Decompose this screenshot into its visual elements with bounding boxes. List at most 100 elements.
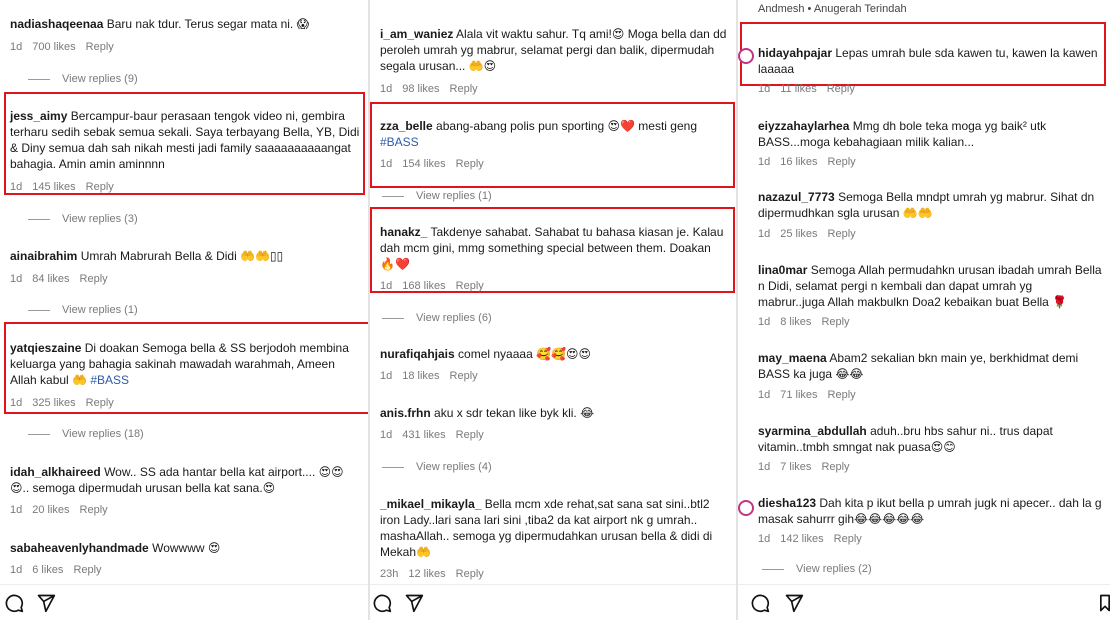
bookmark-icon[interactable]	[1098, 593, 1110, 613]
comment-likes[interactable]: 431 likes	[402, 429, 445, 441]
comment-likes[interactable]: 71 likes	[780, 389, 817, 401]
reply-button[interactable]: Reply	[828, 389, 856, 401]
comment: sabaheavenlyhandmade Wowwww 😍	[10, 540, 360, 556]
reply-button[interactable]: Reply	[456, 158, 484, 170]
reply-button[interactable]: Reply	[821, 316, 849, 328]
reply-button[interactable]: Reply	[456, 429, 484, 441]
comment-icon[interactable]	[750, 593, 770, 613]
comment-meta: 1d 18 likes Reply	[380, 370, 488, 382]
comment-username[interactable]: idah_alkhaireed	[10, 465, 101, 479]
comment-username[interactable]: syarmina_abdullah	[758, 424, 867, 438]
reply-button[interactable]: Reply	[821, 461, 849, 473]
comment-username[interactable]: nadiashaqeenaa	[10, 17, 103, 31]
reply-button[interactable]: Reply	[86, 181, 114, 193]
hashtag-link[interactable]: #BASS	[90, 373, 129, 387]
reply-button[interactable]: Reply	[828, 228, 856, 240]
comment-username[interactable]: sabaheavenlyhandmade	[10, 541, 149, 555]
comment-likes[interactable]: 145 likes	[32, 181, 75, 193]
reply-button[interactable]: Reply	[456, 280, 484, 292]
share-icon[interactable]	[36, 593, 56, 613]
avatar[interactable]	[738, 500, 754, 516]
comment-likes[interactable]: 84 likes	[32, 273, 69, 285]
comment-username[interactable]: nurafiqahjais	[380, 347, 455, 361]
comment-username[interactable]: lina0mar	[758, 263, 807, 277]
comment-username[interactable]: i_am_waniez	[380, 27, 453, 41]
share-icon[interactable]	[404, 593, 424, 613]
view-replies[interactable]: View replies (18)	[28, 428, 144, 440]
comment-likes[interactable]: 154 likes	[402, 158, 445, 170]
comment-likes[interactable]: 20 likes	[32, 504, 69, 516]
reply-button[interactable]: Reply	[86, 41, 114, 53]
reply-button[interactable]: Reply	[450, 83, 478, 95]
comment-time: 1d	[380, 83, 393, 95]
reply-button[interactable]: Reply	[828, 156, 856, 168]
comment-likes[interactable]: 12 likes	[408, 568, 445, 580]
view-replies[interactable]: View replies (6)	[382, 312, 492, 324]
view-replies-label: View replies (18)	[62, 428, 144, 440]
comment: diesha123 Dah kita p ikut bella p umrah …	[758, 495, 1102, 527]
reply-button[interactable]: Reply	[450, 370, 478, 382]
comment-time: 1d	[758, 316, 771, 328]
comment-likes[interactable]: 168 likes	[402, 280, 445, 292]
reply-button[interactable]: Reply	[456, 568, 484, 580]
comment-likes[interactable]: 6 likes	[32, 564, 63, 576]
comment: ainaibrahim Umrah Mabrurah Bella & Didi …	[10, 248, 360, 264]
comment-likes[interactable]: 142 likes	[780, 533, 823, 545]
comment-text: comel nyaaaa 🥰🥰😍😍	[458, 347, 591, 361]
comment-time: 1d	[10, 41, 23, 53]
comment-icon[interactable]	[372, 593, 392, 613]
comment-username[interactable]: yatqieszaine	[10, 341, 81, 355]
avatar[interactable]	[738, 48, 754, 64]
comment-likes[interactable]: 11 likes	[780, 83, 816, 95]
reply-button[interactable]: Reply	[80, 273, 108, 285]
comment-likes[interactable]: 98 likes	[402, 83, 439, 95]
reply-button[interactable]: Reply	[827, 83, 855, 95]
view-replies[interactable]: View replies (2)	[762, 563, 872, 575]
action-bar	[738, 584, 1110, 620]
comment-username[interactable]: eiyzzahaylarhea	[758, 119, 849, 133]
comment: may_maena Abam2 sekalian bkn main ye, be…	[758, 350, 1102, 382]
comment-username[interactable]: may_maena	[758, 351, 827, 365]
comment-likes[interactable]: 8 likes	[780, 316, 811, 328]
comment-username[interactable]: zza_belle	[380, 119, 433, 133]
comment-username[interactable]: hidayahpajar	[758, 46, 832, 60]
comment-icon[interactable]	[4, 593, 24, 613]
comment-username[interactable]: hanakz_	[380, 225, 427, 239]
comment-meta: 1d 11 likes Reply	[758, 83, 865, 95]
view-replies[interactable]: View replies (3)	[28, 213, 138, 225]
comment-username[interactable]: nazazul_7773	[758, 190, 835, 204]
comment: yatqieszaine Di doakan Semoga bella & SS…	[10, 340, 360, 388]
view-replies-label: View replies (1)	[416, 190, 492, 202]
view-replies[interactable]: View replies (1)	[28, 304, 138, 316]
reply-button[interactable]: Reply	[80, 504, 108, 516]
view-replies[interactable]: View replies (4)	[382, 461, 492, 473]
comment-likes[interactable]: 16 likes	[780, 156, 817, 168]
comment-likes[interactable]: 325 likes	[32, 397, 75, 409]
comment-likes[interactable]: 7 likes	[780, 461, 811, 473]
comment-time: 1d	[10, 273, 23, 285]
view-replies[interactable]: View replies (1)	[382, 190, 492, 202]
reply-button[interactable]: Reply	[73, 564, 101, 576]
reply-button[interactable]: Reply	[834, 533, 862, 545]
comment-likes[interactable]: 25 likes	[780, 228, 817, 240]
share-icon[interactable]	[784, 593, 804, 613]
comment-text: abang-abang polis pun sporting 😍❤️ mesti…	[436, 119, 697, 133]
comment: eiyzzahaylarhea Mmg dh bole teka moga yg…	[758, 118, 1102, 150]
comment-username[interactable]: ainaibrahim	[10, 249, 77, 263]
comment-username[interactable]: jess_aimy	[10, 109, 67, 123]
comment-meta: 1d 98 likes Reply	[380, 83, 488, 95]
view-replies[interactable]: View replies (9)	[28, 73, 138, 85]
comment-text: Semoga Allah permudahkn urusan ibadah um…	[758, 263, 1102, 309]
reply-button[interactable]: Reply	[86, 397, 114, 409]
comment-username[interactable]: diesha123	[758, 496, 816, 510]
comment-likes[interactable]: 18 likes	[402, 370, 439, 382]
comment-meta: 1d 142 likes Reply	[758, 533, 872, 545]
audio-track-label[interactable]: Andmesh • Anugerah Terindah	[758, 3, 907, 15]
comment-time: 1d	[758, 228, 771, 240]
comment-time: 1d	[758, 156, 771, 168]
comment-likes[interactable]: 700 likes	[32, 41, 75, 53]
comment-time: 1d	[10, 181, 23, 193]
comment-username[interactable]: anis.frhn	[380, 406, 431, 420]
hashtag-link[interactable]: #BASS	[380, 135, 419, 149]
comment-username[interactable]: _mikael_mikayla_	[380, 497, 481, 511]
